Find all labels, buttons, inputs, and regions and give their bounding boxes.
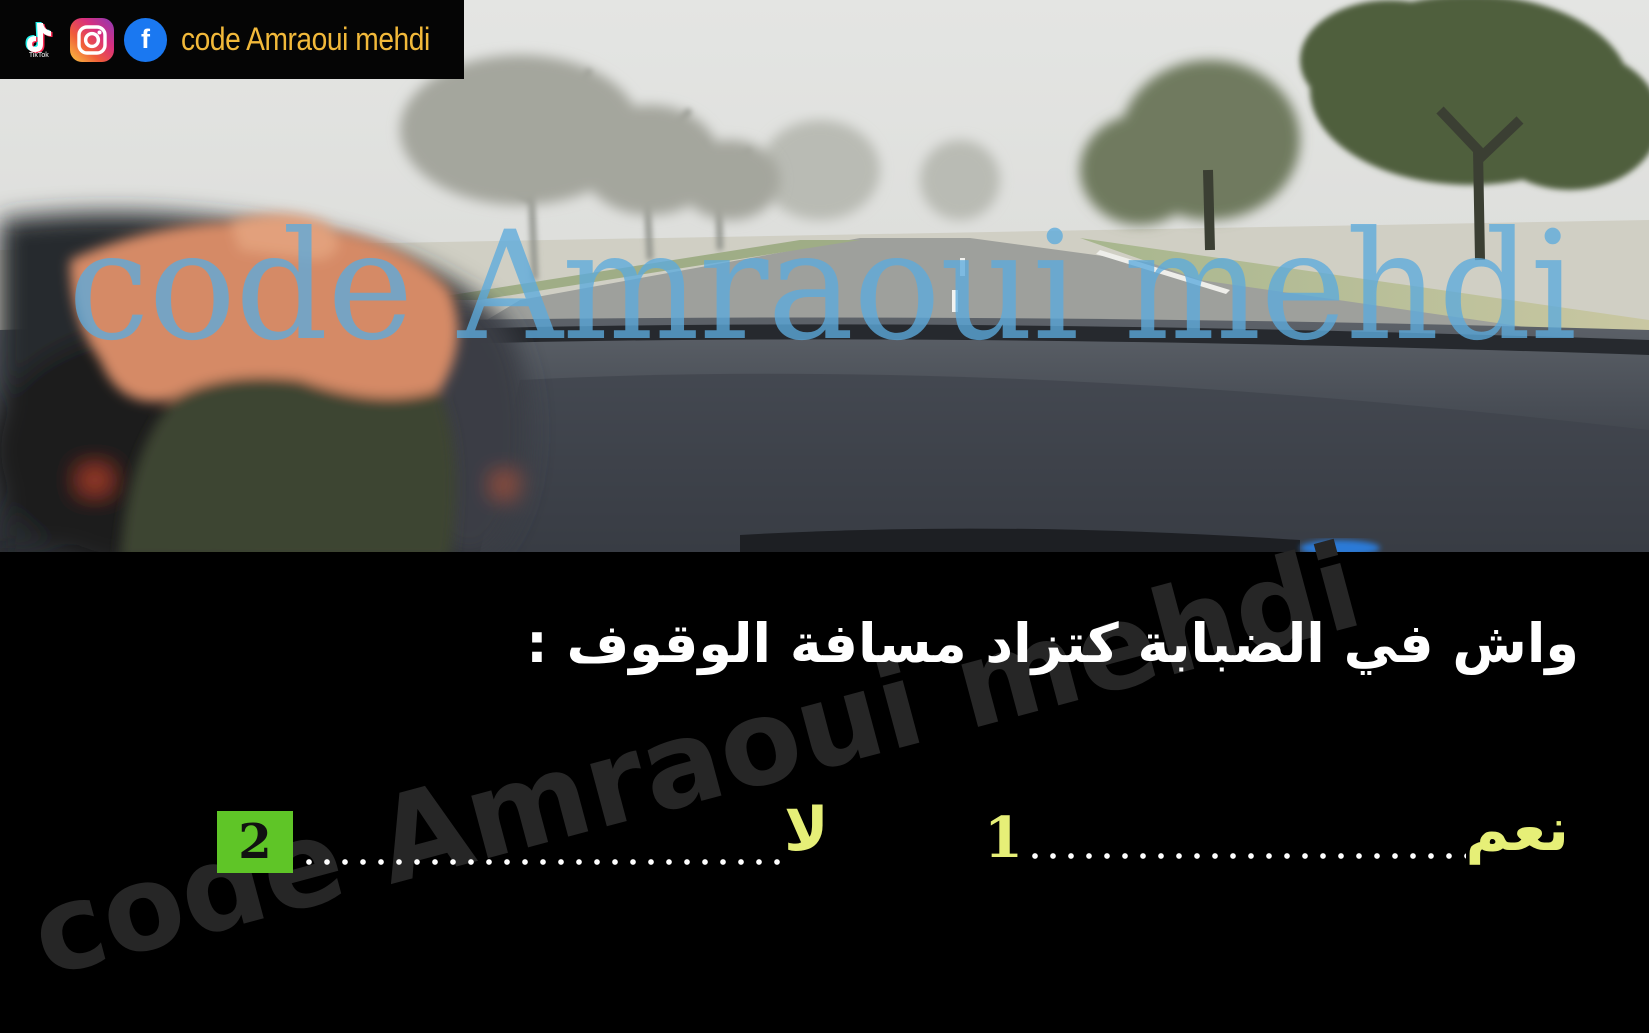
answer-1-label: نعم (1465, 795, 1569, 865)
channel-badge: TikTok f code Amraoui mehdi (0, 0, 464, 79)
answer-2-label: لا (784, 795, 829, 865)
watermark-top: code Amraoui mehdi (68, 200, 1577, 374)
answer-2-leader-dots (300, 858, 780, 866)
question-text: واش في الضبابة كتزاد مسافة الوقوف : (526, 612, 1579, 675)
instagram-icon (69, 17, 114, 62)
answer-2-number-selected: 2 (217, 811, 293, 873)
facebook-icon: f (123, 17, 168, 62)
tiktok-caption: TikTok (28, 52, 49, 59)
video-frame: TikTok f code Amraoui mehdi code Amraoui… (0, 0, 1649, 1033)
channel-name: code Amraoui mehdi (181, 21, 431, 57)
answer-1-number: 1 (984, 805, 1023, 871)
watermark-bottom: code Amraoui mehdi (17, 516, 1374, 1004)
answer-1-leader-dots (1026, 852, 1466, 860)
tiktok-icon: TikTok (18, 12, 60, 68)
